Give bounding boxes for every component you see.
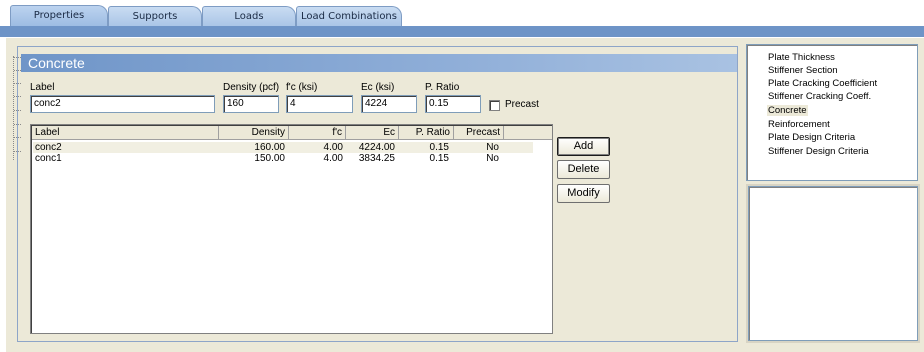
section-title: Concrete xyxy=(28,55,85,71)
column-header-filler xyxy=(504,126,552,140)
fc-input[interactable]: 4 xyxy=(286,95,353,113)
tab-bar: Properties Supports Loads Load Combinati… xyxy=(0,0,924,27)
table-row[interactable]: conc2 160.00 4.00 4224.00 0.15 No xyxy=(33,142,533,153)
table-row[interactable]: conc1 150.00 4.00 3834.25 0.15 No xyxy=(33,153,533,164)
delete-button[interactable]: Delete xyxy=(557,160,610,179)
label-caption: Label xyxy=(30,82,55,93)
tab-strip xyxy=(0,26,924,37)
row-label: conc2 xyxy=(35,142,62,153)
pratio-caption: P. Ratio xyxy=(425,82,460,93)
add-button[interactable]: Add xyxy=(557,137,610,156)
tree-connector xyxy=(13,56,14,160)
column-header-pratio[interactable]: P. Ratio xyxy=(399,126,454,140)
ec-input[interactable]: 4224 xyxy=(361,95,417,113)
column-header-precast[interactable]: Precast xyxy=(454,126,504,140)
tree-item-plate-cracking-coefficient[interactable]: Plate Cracking Coefficient xyxy=(768,78,877,89)
tree-item-reinforcement[interactable]: Reinforcement xyxy=(768,119,830,130)
column-header-ec[interactable]: Ec xyxy=(346,126,399,140)
tree-item-stiffener-design-criteria[interactable]: Stiffener Design Criteria xyxy=(768,146,869,157)
tree-connector xyxy=(14,110,21,111)
tree-connector xyxy=(14,83,21,84)
precast-checkbox[interactable] xyxy=(489,100,500,111)
row-precast: No xyxy=(486,153,499,164)
row-pratio: 0.15 xyxy=(429,153,449,164)
tab-supports[interactable]: Supports xyxy=(108,6,202,27)
column-header-density[interactable]: Density xyxy=(219,126,289,140)
row-density: 160.00 xyxy=(254,142,285,153)
column-header-label[interactable]: Label xyxy=(32,126,219,140)
label-input[interactable]: conc2 xyxy=(30,95,215,113)
tree-connector xyxy=(14,137,21,138)
row-density: 150.00 xyxy=(254,153,285,164)
tab-properties[interactable]: Properties xyxy=(10,5,108,27)
tree-item-plate-design-criteria[interactable]: Plate Design Criteria xyxy=(768,132,855,143)
row-fc: 4.00 xyxy=(323,153,343,164)
tree-item-stiffener-cracking-coeff[interactable]: Stiffener Cracking Coeff. xyxy=(768,91,871,102)
tree-item-concrete[interactable]: Concrete xyxy=(767,105,808,116)
tree-connector xyxy=(14,96,21,97)
row-label: conc1 xyxy=(35,153,62,164)
ec-caption: Ec (ksi) xyxy=(361,82,395,93)
tab-load-combinations[interactable]: Load Combinations xyxy=(296,6,402,27)
tree-item-plate-thickness[interactable]: Plate Thickness xyxy=(768,52,835,63)
precast-caption: Precast xyxy=(505,99,539,110)
tree-connector xyxy=(14,57,21,58)
tree-connector xyxy=(14,151,21,152)
row-ec: 3834.25 xyxy=(358,153,395,164)
column-header-fc[interactable]: f'c xyxy=(289,126,346,140)
row-ec: 4224.00 xyxy=(358,142,395,153)
tree-connector xyxy=(14,70,21,71)
tree-connector xyxy=(14,124,21,125)
modify-button[interactable]: Modify xyxy=(557,184,610,203)
density-caption: Density (pcf) xyxy=(223,82,280,93)
materials-list[interactable]: Label Density f'c Ec P. Ratio Precast co… xyxy=(30,124,553,334)
density-input[interactable]: 160 xyxy=(223,95,279,113)
section-header-bar xyxy=(21,54,737,72)
pratio-input[interactable]: 0.15 xyxy=(425,95,481,113)
row-fc: 4.00 xyxy=(323,142,343,153)
row-precast: No xyxy=(486,142,499,153)
fc-caption: f'c (ksi) xyxy=(286,82,318,93)
detail-panel xyxy=(748,186,918,341)
tree-item-stiffener-section[interactable]: Stiffener Section xyxy=(768,65,838,76)
tab-loads[interactable]: Loads xyxy=(202,6,296,27)
row-pratio: 0.15 xyxy=(429,142,449,153)
